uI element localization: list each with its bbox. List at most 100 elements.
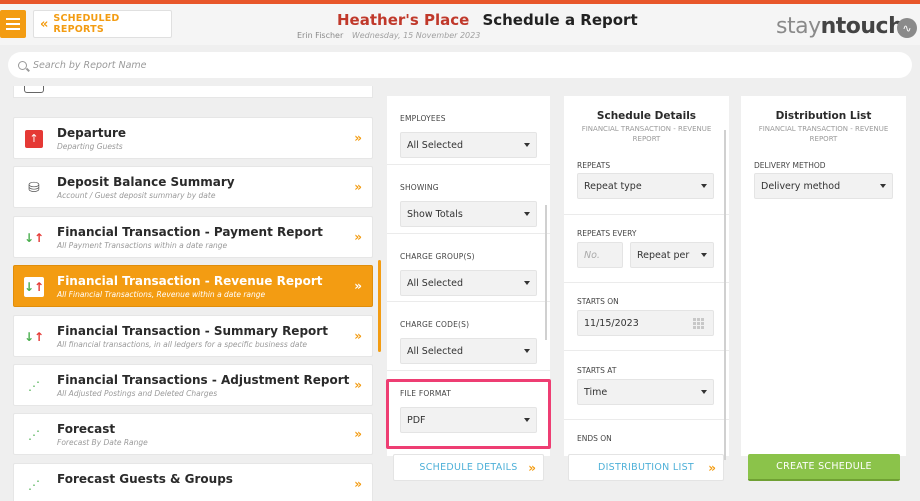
double-chevron-right-icon: » bbox=[354, 180, 362, 195]
report-name: Financial Transaction - Payment Report bbox=[57, 224, 323, 239]
trend-chart-icon: ⋰ bbox=[28, 379, 40, 393]
stayntouch-logo: stayntouch bbox=[776, 14, 904, 39]
starts-at-select[interactable]: Time bbox=[577, 379, 714, 405]
schedule-details-button[interactable]: SCHEDULE DETAILS » bbox=[393, 454, 544, 481]
filter-showing: SHOWING Show Totals bbox=[387, 164, 550, 232]
double-chevron-right-icon: » bbox=[354, 476, 362, 491]
report-name: Forecast Guests & Groups bbox=[57, 471, 233, 486]
user-date-line: Erin Fischer Wednesday, 15 November 2023 bbox=[297, 31, 480, 40]
double-chevron-right-icon: » bbox=[354, 328, 362, 343]
showing-label: SHOWING bbox=[400, 183, 439, 192]
starts-at-label: STARTS AT bbox=[577, 366, 617, 375]
repeats-label: REPEATS bbox=[577, 161, 611, 170]
report-name: Forecast bbox=[57, 422, 116, 437]
delivery-method-select[interactable]: Delivery method bbox=[754, 173, 893, 199]
caret-down-icon bbox=[701, 184, 707, 188]
filters-scrollbar[interactable] bbox=[545, 205, 547, 340]
charge-codes-select[interactable]: All Selected bbox=[400, 338, 537, 364]
charge-groups-label: CHARGE GROUP(S) bbox=[400, 252, 475, 261]
double-chevron-right-icon: » bbox=[354, 131, 362, 145]
schedule-details-panel: Schedule Details FINANCIAL TRANSACTION -… bbox=[564, 96, 729, 456]
distribution-list-button-label: DISTRIBUTION LIST bbox=[597, 462, 695, 473]
double-chevron-right-icon: » bbox=[354, 229, 362, 244]
transfer-arrows-icon: ↓↑ bbox=[24, 277, 44, 298]
caret-down-icon bbox=[524, 212, 530, 216]
distribution-list-title: Distribution List bbox=[775, 110, 872, 122]
report-list-item[interactable]: ⋰ Forecast Guests & Groups » bbox=[13, 462, 373, 501]
report-list-item[interactable]: ↑ Departure Departing Guests » bbox=[13, 117, 373, 159]
report-list-item[interactable]: ⛁ Deposit Balance Summary Account / Guest … bbox=[13, 166, 373, 209]
charge-codes-label: CHARGE CODE(S) bbox=[400, 320, 470, 329]
search-icon bbox=[18, 60, 27, 70]
double-chevron-right-icon: » bbox=[528, 461, 536, 475]
schedule-scrollbar[interactable] bbox=[724, 130, 726, 460]
report-list-item[interactable]: ⋰ Forecast Forecast By Date Range » bbox=[13, 413, 373, 456]
double-chevron-left-icon: « bbox=[40, 16, 49, 32]
double-chevron-right-icon: » bbox=[354, 279, 362, 294]
filter-charge-codes: CHARGE CODE(S) All Selected bbox=[387, 301, 550, 369]
starts-on-date-field[interactable]: 11/15/2023 bbox=[577, 310, 714, 336]
back-button-label: SCHEDULED REPORTS bbox=[53, 13, 120, 35]
employees-label: EMPLOYEES bbox=[400, 114, 446, 123]
report-description: Account / Guest deposit summary by date bbox=[57, 191, 216, 201]
distribution-list-button[interactable]: DISTRIBUTION LIST » bbox=[568, 454, 724, 481]
repeats-every-label: REPEATS EVERY bbox=[577, 229, 637, 238]
scheduled-reports-back-button[interactable]: « SCHEDULED REPORTS bbox=[33, 10, 172, 38]
report-name: Financial Transaction - Summary Report bbox=[57, 323, 328, 338]
create-schedule-button[interactable]: CREATE SCHEDULE bbox=[748, 454, 900, 481]
repeat-per-select[interactable]: Repeat per bbox=[630, 242, 714, 268]
report-list-scrollbar[interactable] bbox=[378, 260, 381, 352]
menu-icon[interactable] bbox=[0, 10, 26, 38]
double-chevron-right-icon: » bbox=[354, 427, 362, 442]
search-bar[interactable] bbox=[8, 52, 912, 78]
hotel-name: Heather's Place bbox=[337, 11, 470, 29]
create-schedule-button-label: CREATE SCHEDULE bbox=[776, 461, 872, 472]
report-list[interactable]: ↑ Departure Departing Guests » ⛁ Deposit Bala… bbox=[13, 86, 375, 501]
starts-on-label: STARTS ON bbox=[577, 297, 619, 306]
report-icon bbox=[24, 86, 44, 93]
charge-groups-select[interactable]: All Selected bbox=[400, 270, 537, 296]
report-list-item[interactable]: ↓↑ Financial Transaction - Summary Report… bbox=[13, 314, 373, 357]
app-header: « SCHEDULED REPORTS Heather's Place Sche… bbox=[0, 4, 920, 45]
report-list-item[interactable]: ↓↑ Financial Transaction - Payment Report… bbox=[13, 215, 373, 258]
caret-down-icon bbox=[701, 253, 707, 257]
double-chevron-right-icon: » bbox=[354, 378, 362, 392]
repeats-every-input[interactable]: No. bbox=[577, 242, 623, 268]
trend-chart-icon: ⋰ bbox=[28, 477, 40, 492]
search-input[interactable] bbox=[33, 59, 433, 71]
delivery-method-label: DELIVERY METHOD bbox=[754, 161, 826, 170]
report-description: Forecast By Date Range bbox=[57, 438, 148, 448]
report-description: All Adjusted Postings and Deleted Charge… bbox=[57, 389, 218, 398]
caret-down-icon bbox=[701, 390, 707, 394]
schedule-details-button-label: SCHEDULE DETAILS bbox=[419, 462, 518, 473]
distribution-list-subtitle: FINANCIAL TRANSACTION - REVENUE REPORT bbox=[758, 125, 889, 143]
caret-down-icon bbox=[524, 281, 530, 285]
user-name: Erin Fischer bbox=[297, 31, 344, 40]
file-format-highlight bbox=[386, 379, 551, 449]
transfer-arrows-icon: ↓↑ bbox=[23, 230, 45, 245]
divider bbox=[564, 214, 729, 215]
departure-icon: ↑ bbox=[24, 129, 44, 149]
report-name: Departure bbox=[57, 126, 127, 140]
showing-select[interactable]: Show Totals bbox=[400, 201, 537, 227]
report-description: Departing Guests bbox=[57, 142, 123, 151]
distribution-list-panel: Distribution List FINANCIAL TRANSACTION … bbox=[741, 96, 906, 456]
coins-icon: ⛁ bbox=[28, 180, 40, 197]
divider bbox=[564, 419, 729, 420]
repeats-select[interactable]: Repeat type bbox=[577, 173, 714, 199]
report-list-item[interactable]: ⋰ Financial Transactions - Adjustment Rep… bbox=[13, 364, 373, 406]
employees-select[interactable]: All Selected bbox=[400, 132, 537, 158]
page-heading: Heather's Place Schedule a Report bbox=[337, 10, 638, 29]
schedule-details-subtitle: FINANCIAL TRANSACTION - REVENUE REPORT bbox=[581, 125, 712, 143]
calendar-icon[interactable] bbox=[693, 318, 705, 329]
caret-down-icon bbox=[524, 143, 530, 147]
transfer-arrows-icon: ↓↑ bbox=[23, 329, 45, 344]
list-item-partial[interactable] bbox=[13, 86, 373, 98]
divider bbox=[564, 282, 729, 283]
report-description: All Payment Transactions within a date r… bbox=[57, 240, 228, 250]
report-name: Financial Transaction - Revenue Report bbox=[57, 274, 323, 289]
report-list-item[interactable]: ↓↑ Financial Transaction - Revenue Report… bbox=[13, 265, 373, 308]
caret-down-icon bbox=[880, 184, 886, 188]
caret-down-icon bbox=[524, 349, 530, 353]
report-description: All financial transactions, in all ledge… bbox=[57, 339, 308, 349]
